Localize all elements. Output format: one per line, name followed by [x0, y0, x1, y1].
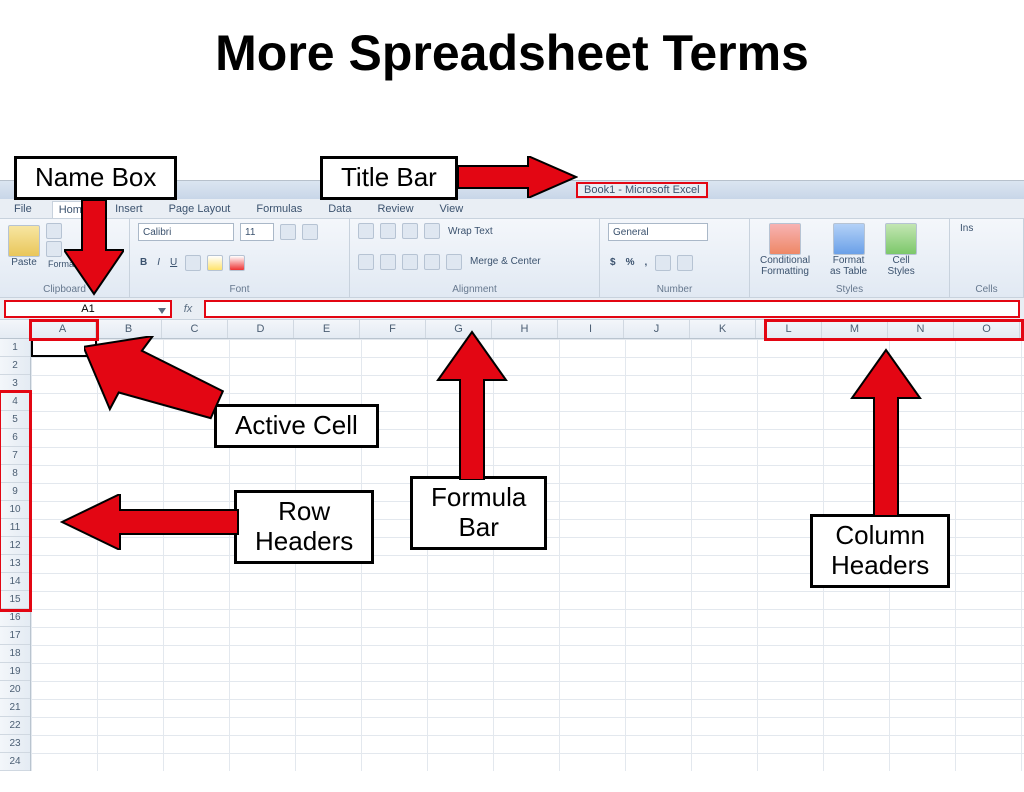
- row-header-17[interactable]: 17: [0, 627, 30, 645]
- group-label-alignment: Alignment: [358, 284, 591, 295]
- formula-bar[interactable]: [204, 300, 1020, 318]
- conditional-formatting-label: Conditional Formatting: [758, 255, 812, 277]
- wrap-text-button[interactable]: Wrap Text: [446, 226, 495, 237]
- row-header-19[interactable]: 19: [0, 663, 30, 681]
- align-center-icon[interactable]: [380, 254, 396, 270]
- highlight-column-headers: [764, 319, 1024, 341]
- column-header-D[interactable]: D: [228, 320, 294, 338]
- format-as-table-icon[interactable]: [833, 223, 865, 255]
- font-color-icon[interactable]: [229, 255, 245, 271]
- highlight-row-headers: [0, 390, 32, 612]
- column-header-K[interactable]: K: [690, 320, 756, 338]
- row-header-18[interactable]: 18: [0, 645, 30, 663]
- tab-home[interactable]: Home: [52, 201, 95, 218]
- borders-icon[interactable]: [185, 255, 201, 271]
- insert-cells-label[interactable]: Ins: [958, 223, 975, 234]
- column-header-G[interactable]: G: [426, 320, 492, 338]
- title-bar-text: Book1 - Microsoft Excel: [576, 182, 708, 198]
- bold-button[interactable]: B: [138, 257, 149, 268]
- ribbon-group-font: Calibri 11 B I U Font: [130, 219, 350, 297]
- highlight-active-cell: [29, 319, 99, 341]
- align-middle-icon[interactable]: [380, 223, 396, 239]
- tab-review[interactable]: Review: [371, 201, 419, 218]
- column-header-C[interactable]: C: [162, 320, 228, 338]
- group-label-styles: Styles: [758, 284, 941, 295]
- group-label-cells: Cells: [958, 284, 1015, 295]
- column-header-J[interactable]: J: [624, 320, 690, 338]
- ribbon-group-number: General $ % , Number: [600, 219, 750, 297]
- format-painter-label[interactable]: Format Painter: [46, 259, 110, 269]
- cut-icon[interactable]: [46, 223, 62, 239]
- decrease-font-icon[interactable]: [302, 224, 318, 240]
- format-as-table-label: Format as Table: [828, 255, 869, 277]
- cell-styles-label: Cell Styles: [886, 255, 917, 277]
- tab-file[interactable]: File: [8, 201, 38, 218]
- conditional-formatting-icon[interactable]: [769, 223, 801, 255]
- number-format-select[interactable]: General: [608, 223, 708, 241]
- select-all-corner[interactable]: [0, 320, 30, 338]
- tab-page-layout[interactable]: Page Layout: [163, 201, 237, 218]
- formula-row: A1 fx: [0, 298, 1024, 320]
- paste-icon[interactable]: [8, 225, 40, 257]
- align-right-icon[interactable]: [402, 254, 418, 270]
- comma-icon[interactable]: ,: [642, 257, 649, 268]
- column-header-F[interactable]: F: [360, 320, 426, 338]
- align-left-icon[interactable]: [358, 254, 374, 270]
- callout-column-headers: Column Headers: [810, 514, 950, 588]
- slide-title: More Spreadsheet Terms: [0, 24, 1024, 82]
- row-header-20[interactable]: 20: [0, 681, 30, 699]
- row-header-2[interactable]: 2: [0, 357, 30, 375]
- row-header-23[interactable]: 23: [0, 735, 30, 753]
- row-header-22[interactable]: 22: [0, 717, 30, 735]
- name-box[interactable]: A1: [4, 300, 172, 318]
- italic-button[interactable]: I: [155, 257, 162, 268]
- fill-color-icon[interactable]: [207, 255, 223, 271]
- tab-data[interactable]: Data: [322, 201, 357, 218]
- row-header-24[interactable]: 24: [0, 753, 30, 771]
- ribbon: Paste Format Painter Clipboard Calibri 1…: [0, 218, 1024, 298]
- paste-label: Paste: [9, 257, 39, 268]
- ribbon-tabs: File Home Insert Page Layout Formulas Da…: [0, 199, 1024, 218]
- column-header-B[interactable]: B: [96, 320, 162, 338]
- copy-icon[interactable]: [46, 241, 62, 257]
- align-bottom-icon[interactable]: [402, 223, 418, 239]
- row-header-21[interactable]: 21: [0, 699, 30, 717]
- name-box-value: A1: [81, 303, 94, 315]
- decrease-decimal-icon[interactable]: [677, 255, 693, 271]
- column-header-H[interactable]: H: [492, 320, 558, 338]
- callout-name-box: Name Box: [14, 156, 177, 200]
- callout-row-headers: Row Headers: [234, 490, 374, 564]
- group-label-font: Font: [138, 284, 341, 295]
- increase-font-icon[interactable]: [280, 224, 296, 240]
- callout-title-bar: Title Bar: [320, 156, 458, 200]
- ribbon-group-clipboard: Paste Format Painter Clipboard: [0, 219, 130, 297]
- column-header-E[interactable]: E: [294, 320, 360, 338]
- fx-icon[interactable]: fx: [178, 303, 198, 315]
- cell-styles-icon[interactable]: [885, 223, 917, 255]
- callout-formula-bar: Formula Bar: [410, 476, 547, 550]
- ribbon-group-styles: Conditional Formatting Format as Table C…: [750, 219, 950, 297]
- tab-formulas[interactable]: Formulas: [250, 201, 308, 218]
- row-header-1[interactable]: 1: [0, 339, 30, 357]
- font-size-select[interactable]: 11: [240, 223, 274, 241]
- callout-active-cell: Active Cell: [214, 404, 379, 448]
- group-label-clipboard: Clipboard: [8, 284, 121, 295]
- align-top-icon[interactable]: [358, 223, 374, 239]
- ribbon-group-alignment: Wrap Text Merge & Center Alignment: [350, 219, 600, 297]
- currency-icon[interactable]: $: [608, 257, 618, 268]
- column-header-I[interactable]: I: [558, 320, 624, 338]
- indent-decrease-icon[interactable]: [424, 254, 440, 270]
- tab-view[interactable]: View: [434, 201, 470, 218]
- group-label-number: Number: [608, 284, 741, 295]
- tab-insert[interactable]: Insert: [109, 201, 149, 218]
- merge-center-button[interactable]: Merge & Center: [468, 256, 543, 267]
- orientation-icon[interactable]: [424, 223, 440, 239]
- indent-increase-icon[interactable]: [446, 254, 462, 270]
- percent-icon[interactable]: %: [624, 257, 637, 268]
- font-name-select[interactable]: Calibri: [138, 223, 234, 241]
- underline-button[interactable]: U: [168, 257, 179, 268]
- increase-decimal-icon[interactable]: [655, 255, 671, 271]
- active-cell[interactable]: [31, 339, 97, 357]
- ribbon-group-cells: Ins Cells: [950, 219, 1024, 297]
